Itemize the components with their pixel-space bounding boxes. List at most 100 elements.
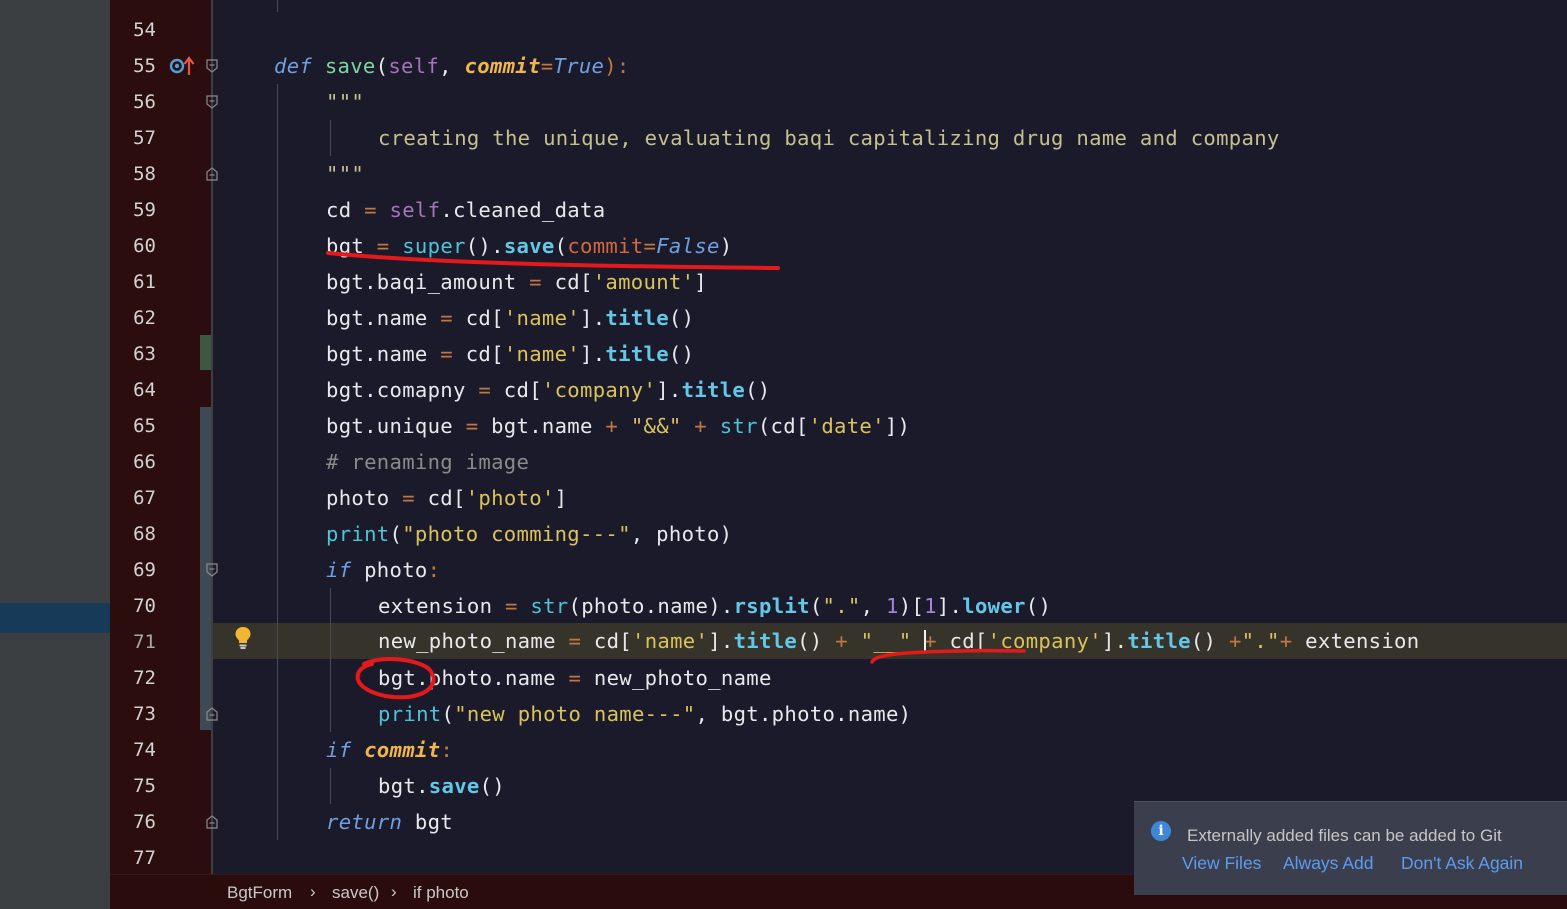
- code-line-66[interactable]: # renaming image: [326, 444, 529, 480]
- token: (: [441, 702, 455, 726]
- line-number: 59: [133, 199, 156, 221]
- token: ,: [439, 54, 465, 78]
- line-number: 55: [133, 55, 156, 77]
- token: (): [668, 306, 695, 330]
- token: +: [681, 414, 720, 438]
- git-notification-balloon[interactable]: i Externally added files can be added to…: [1134, 801, 1567, 895]
- project-tree-selected-row[interactable]: [0, 603, 110, 633]
- indent-guide: [277, 84, 278, 840]
- code-line-63[interactable]: bgt.name = cd['name'].title(): [326, 336, 694, 372]
- token: new_photo_name: [378, 629, 556, 653]
- token: "new photo name---": [454, 702, 696, 726]
- token: title: [681, 378, 746, 402]
- code-line-75[interactable]: bgt.save(): [378, 768, 505, 804]
- token: bgt: [326, 234, 365, 258]
- token: ].: [580, 342, 606, 366]
- fold-collapse-icon[interactable]: [206, 563, 218, 577]
- token: self: [389, 198, 441, 222]
- fold-end-icon[interactable]: [206, 167, 218, 181]
- code-line-69[interactable]: if photo:: [326, 552, 440, 588]
- code-line-57[interactable]: creating the unique, evaluating baqi cap…: [378, 120, 1280, 156]
- breadcrumb-class[interactable]: BgtForm: [227, 883, 292, 903]
- token: ".": [822, 594, 861, 618]
- token: (: [375, 54, 389, 78]
- token: 'name': [503, 306, 581, 330]
- token: title: [605, 306, 669, 330]
- fold-collapse-icon[interactable]: [206, 95, 218, 109]
- token: ].: [1101, 629, 1128, 653]
- token: "photo comming---": [402, 522, 631, 546]
- token: +: [822, 629, 861, 653]
- fold-end-icon[interactable]: [206, 815, 218, 829]
- code-line-68[interactable]: print("photo comming---", photo): [326, 516, 732, 552]
- token: self: [388, 54, 440, 78]
- code-line-62[interactable]: bgt.name = cd['name'].title(): [326, 300, 694, 336]
- indent-guide: [330, 120, 331, 156]
- vcs-modified-marker[interactable]: [200, 335, 211, 370]
- dont-ask-again-link[interactable]: Don't Ask Again: [1401, 853, 1523, 874]
- token: :: [427, 558, 441, 582]
- token: "__": [860, 629, 912, 653]
- token: new_photo_name: [593, 666, 772, 690]
- code-line-58[interactable]: """: [326, 156, 364, 192]
- token: =: [389, 486, 428, 510]
- lightbulb-icon[interactable]: [234, 626, 252, 650]
- token: bgt.: [378, 774, 429, 798]
- line-number-current: 71: [133, 631, 156, 653]
- fold-end-icon[interactable]: [206, 707, 218, 721]
- breadcrumb-separator-icon: ›: [310, 882, 316, 901]
- token: (cd[: [757, 414, 809, 438]
- line-number: 75: [133, 775, 156, 797]
- breadcrumb-block[interactable]: if photo: [413, 883, 469, 903]
- token: ].: [936, 594, 963, 618]
- line-number: 64: [133, 379, 156, 401]
- line-number: 68: [133, 523, 156, 545]
- token: ".": [1241, 629, 1280, 653]
- token: commit: [567, 234, 644, 258]
- token: extension: [1292, 629, 1420, 653]
- project-tool-panel[interactable]: [0, 0, 110, 909]
- code-line-56[interactable]: """: [326, 84, 364, 120]
- token: save: [324, 54, 376, 78]
- code-line-70[interactable]: extension = str(photo.name).rsplit(".", …: [378, 588, 1051, 624]
- code-line-72[interactable]: bgt.photo.name = new_photo_name: [378, 660, 772, 696]
- token: str: [530, 594, 569, 618]
- code-line-76[interactable]: return bgt: [326, 804, 453, 840]
- code-line-74[interactable]: if commit:: [326, 732, 453, 768]
- code-line-60[interactable]: bgt = super().save(commit=False): [326, 228, 732, 264]
- token: =: [364, 234, 403, 258]
- token: =: [540, 54, 554, 78]
- view-files-link[interactable]: View Files: [1182, 853, 1261, 874]
- code-line-71[interactable]: new_photo_name = cd['name'].title() + "_…: [378, 623, 1419, 659]
- token: """: [326, 162, 365, 186]
- breadcrumb-method[interactable]: save(): [332, 883, 379, 903]
- always-add-link[interactable]: Always Add: [1283, 853, 1373, 874]
- token: 1: [886, 594, 899, 618]
- token: bgt.comapny: [326, 378, 466, 402]
- token: 'amount': [592, 270, 695, 294]
- line-number: 72: [133, 667, 156, 689]
- code-line-67[interactable]: photo = cd['photo']: [326, 480, 567, 516]
- ide-window: 54 55 56 57 58 59 60 61 62 63 64 65 66 6…: [0, 0, 1567, 909]
- token: commit: [364, 738, 441, 762]
- token: (: [809, 594, 823, 618]
- token: (photo.name).: [568, 594, 734, 618]
- overrides-method-icon[interactable]: [168, 54, 196, 78]
- code-line-64[interactable]: bgt.comapny = cd['company'].title(): [326, 372, 771, 408]
- code-line-59[interactable]: cd = self.cleaned_data: [326, 192, 605, 228]
- code-line-55[interactable]: def save(self, commit=True):: [274, 48, 630, 84]
- token: (): [1190, 629, 1217, 653]
- token: =: [492, 594, 531, 618]
- fold-collapse-icon[interactable]: [206, 59, 218, 73]
- token: bgt.photo.name: [378, 666, 556, 690]
- code-line-65[interactable]: bgt.unique = bgt.name + "&&" + str(cd['d…: [326, 408, 910, 444]
- code-line-61[interactable]: bgt.baqi_amount = cd['amount']: [326, 264, 707, 300]
- token: 1: [924, 594, 937, 618]
- token: cd[: [427, 486, 466, 510]
- token: bgt.baqi_amount: [326, 270, 517, 294]
- code-line-73[interactable]: print("new photo name---", bgt.photo.nam…: [378, 696, 911, 732]
- token: str: [719, 414, 758, 438]
- token: def: [274, 54, 313, 78]
- token: =: [555, 666, 594, 690]
- token: "&&": [630, 414, 682, 438]
